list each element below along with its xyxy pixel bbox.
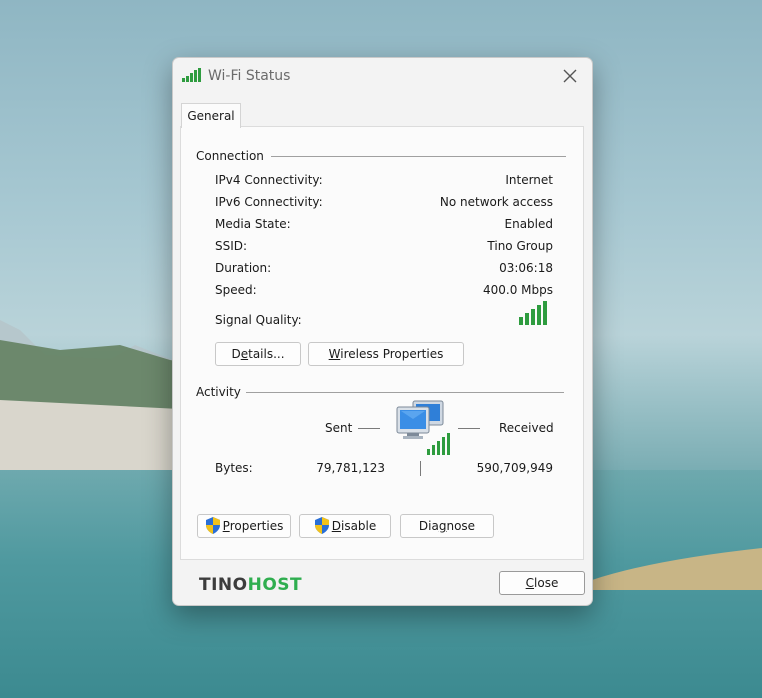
window-title: Wi-Fi Status bbox=[208, 68, 291, 84]
activity-section-label: Activity bbox=[196, 385, 241, 399]
speed-row: Speed: 400.0 Mbps bbox=[215, 283, 553, 299]
connection-section-label: Connection bbox=[196, 149, 264, 163]
received-label: Received bbox=[499, 421, 554, 435]
sent-bytes-value: 79,781,123 bbox=[316, 461, 385, 475]
media-state-row: Media State: Enabled bbox=[215, 217, 553, 233]
signal-quality-icon bbox=[519, 301, 547, 325]
reed-island bbox=[592, 548, 762, 590]
speed-value: 400.0 Mbps bbox=[482, 283, 553, 297]
ipv6-row: IPv6 Connectivity: No network access bbox=[215, 195, 553, 211]
ssid-row: SSID: Tino Group bbox=[215, 239, 553, 255]
speed-label: Speed: bbox=[215, 283, 257, 297]
uac-shield-icon bbox=[205, 517, 220, 534]
media-state-label: Media State: bbox=[215, 217, 291, 231]
signal-quality-label: Signal Quality: bbox=[215, 313, 302, 327]
received-bytes-value: 590,709,949 bbox=[476, 461, 553, 475]
sent-line bbox=[358, 428, 380, 429]
connection-divider bbox=[271, 156, 566, 157]
ipv6-value: No network access bbox=[439, 195, 553, 209]
duration-label: Duration: bbox=[215, 261, 272, 275]
disable-button[interactable]: Disable bbox=[299, 514, 391, 538]
tinohost-logo: TINOHOST bbox=[199, 575, 303, 595]
duration-value: 03:06:18 bbox=[499, 261, 553, 275]
activity-divider bbox=[246, 392, 564, 393]
bytes-label: Bytes: bbox=[215, 461, 253, 475]
network-computers-icon bbox=[396, 400, 450, 455]
ssid-label: SSID: bbox=[215, 239, 248, 253]
uac-shield-icon bbox=[314, 517, 329, 534]
close-button[interactable]: Close bbox=[499, 571, 585, 595]
ipv4-label: IPv4 Connectivity: bbox=[215, 173, 323, 187]
wifi-status-dialog: Wi-Fi Status General Connection IPv4 Con… bbox=[172, 57, 593, 606]
media-state-value: Enabled bbox=[504, 217, 554, 231]
activity-separator bbox=[420, 461, 421, 476]
signal-quality-row: Signal Quality: bbox=[215, 313, 553, 329]
close-icon[interactable] bbox=[560, 66, 580, 86]
details-button[interactable]: Details... bbox=[215, 342, 301, 366]
wifi-signal-icon bbox=[182, 68, 201, 82]
ipv4-value: Internet bbox=[505, 173, 553, 187]
ipv4-row: IPv4 Connectivity: Internet bbox=[215, 173, 553, 189]
received-line bbox=[458, 428, 480, 429]
ipv6-label: IPv6 Connectivity: bbox=[215, 195, 323, 209]
general-panel: Connection IPv4 Connectivity: Internet I… bbox=[180, 126, 584, 560]
duration-row: Duration: 03:06:18 bbox=[215, 261, 553, 277]
diagnose-button[interactable]: Diagnose bbox=[400, 514, 494, 538]
properties-button[interactable]: Properties bbox=[197, 514, 291, 538]
tab-general[interactable]: General bbox=[181, 103, 241, 128]
ssid-value: Tino Group bbox=[487, 239, 553, 253]
sent-label: Sent bbox=[325, 421, 353, 435]
wireless-properties-button[interactable]: Wireless Properties bbox=[308, 342, 464, 366]
title-bar: Wi-Fi Status bbox=[173, 58, 592, 94]
